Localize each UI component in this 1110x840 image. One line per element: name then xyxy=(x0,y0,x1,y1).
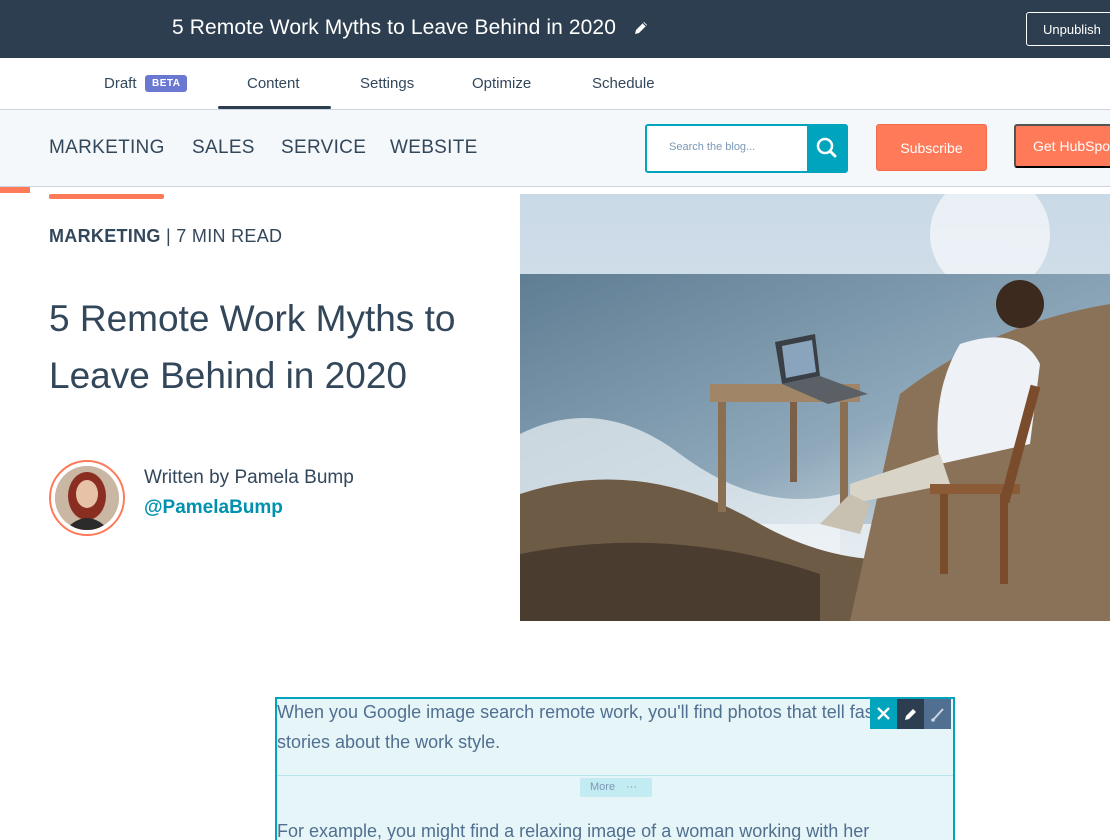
nav-link-marketing[interactable]: MARKETING xyxy=(49,137,165,159)
module-toolbar xyxy=(870,699,951,729)
more-divider xyxy=(277,775,953,776)
nav-link-sales[interactable]: SALES xyxy=(192,137,255,159)
editor-header: 5 Remote Work Myths to Leave Behind in 2… xyxy=(0,0,1110,58)
body-paragraph[interactable]: For example, you might find a relaxing i… xyxy=(277,816,937,840)
subscribe-button[interactable]: Subscribe xyxy=(876,124,987,171)
active-tab-indicator xyxy=(218,106,331,109)
body-paragraph[interactable]: When you Google image search remote work… xyxy=(277,697,937,757)
search-icon xyxy=(816,137,837,158)
style-module-button[interactable] xyxy=(924,699,951,729)
get-hubspot-button[interactable]: Get HubSpot xyxy=(1014,124,1110,168)
brush-icon xyxy=(931,708,944,722)
delete-module-button[interactable] xyxy=(870,699,897,729)
article-category[interactable]: MARKETING xyxy=(49,226,161,246)
author-photo xyxy=(55,466,119,530)
close-icon xyxy=(877,707,890,720)
nav-link-service[interactable]: SERVICE xyxy=(281,137,366,159)
blog-navigation: MARKETING SALES SERVICE WEBSITE Search t… xyxy=(0,110,1110,187)
tab-optimize[interactable]: Optimize xyxy=(472,75,531,92)
read-more-separator[interactable]: More ··· xyxy=(580,778,652,797)
tab-schedule[interactable]: Schedule xyxy=(592,75,655,92)
avatar xyxy=(49,460,125,536)
accent-bar xyxy=(49,194,164,199)
article-headline[interactable]: 5 Remote Work Myths to Leave Behind in 2… xyxy=(49,290,509,404)
pencil-icon[interactable] xyxy=(633,20,649,36)
meta-separator: | xyxy=(166,226,177,246)
accent-strip xyxy=(0,187,30,193)
featured-image[interactable] xyxy=(520,194,1110,621)
search-button[interactable] xyxy=(807,124,847,173)
featured-image-graphic xyxy=(520,194,1110,621)
author-byline: Written by Pamela Bump xyxy=(144,467,354,488)
editor-tabs: Draft BETA Content Settings Optimize Sch… xyxy=(0,58,1110,110)
post-title[interactable]: 5 Remote Work Myths to Leave Behind in 2… xyxy=(172,16,616,40)
more-label: More xyxy=(590,781,616,793)
article-meta: MARKETING | 7 MIN READ xyxy=(49,226,282,247)
ellipsis-icon: ··· xyxy=(626,781,638,793)
tab-content[interactable]: Content xyxy=(247,75,300,92)
blog-search-input[interactable]: Search the blog... xyxy=(645,124,848,173)
tab-draft[interactable]: Draft xyxy=(104,75,137,92)
rich-text-module[interactable]: When you Google image search remote work… xyxy=(275,697,955,840)
author-handle-link[interactable]: @PamelaBump xyxy=(144,497,283,519)
search-placeholder: Search the blog... xyxy=(669,141,756,153)
nav-link-website[interactable]: WEBSITE xyxy=(390,137,478,159)
edit-module-button[interactable] xyxy=(897,699,924,729)
beta-badge: BETA xyxy=(145,75,188,92)
tab-settings[interactable]: Settings xyxy=(360,75,414,92)
unpublish-button[interactable]: Unpublish xyxy=(1026,12,1110,46)
read-time: 7 MIN READ xyxy=(176,226,283,246)
pencil-icon xyxy=(905,709,916,720)
